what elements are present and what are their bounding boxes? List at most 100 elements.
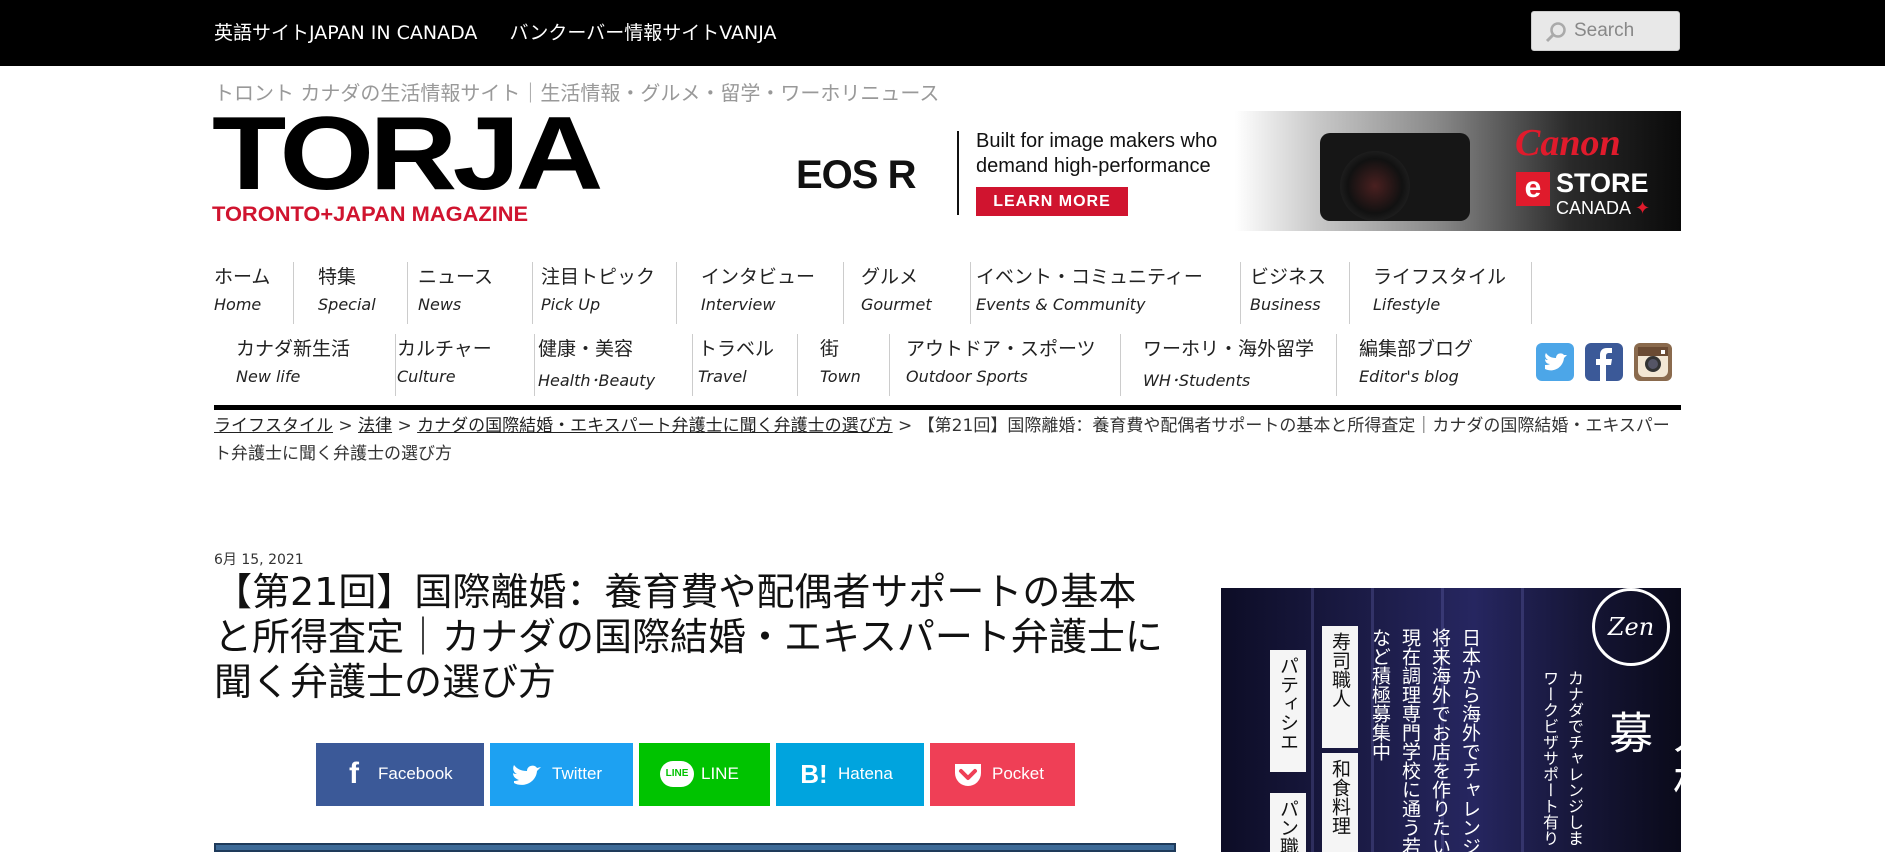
nav-label-ja: グルメ <box>861 266 919 288</box>
nav-label-en: News <box>418 295 462 314</box>
nav-label-en: Gourmet <box>861 295 932 314</box>
breadcrumb-series[interactable]: カナダの国際結婚・エキスパート弁護士に聞く弁護士の選び方 <box>417 416 893 436</box>
nav-item-new-life[interactable]: カナダ新生活 New life <box>236 334 396 396</box>
nav-item-lifestyle[interactable]: ライフスタイル Lifestyle <box>1373 262 1532 324</box>
nav-item-special[interactable]: 特集 Special <box>318 262 408 324</box>
nav-item-business[interactable]: ビジネス Business <box>1250 262 1350 324</box>
sidebar-ad-zen[interactable]: パティシエ 寿司職人 和食料理 パン職 など積極募集中 現在調理専門学校に通う若… <box>1221 588 1681 852</box>
nav-label-en: Editor's blog <box>1359 367 1459 386</box>
nav-label-ja: ワーホリ・海外留学 <box>1143 338 1315 360</box>
share-label: Hatena <box>838 764 893 783</box>
share-facebook-button[interactable]: f Facebook <box>316 743 484 806</box>
nav-label-en: Town <box>820 367 861 386</box>
article-hero-image <box>214 843 1176 852</box>
ad-check-2: 将来海外でお店を作りたい <box>1429 628 1451 852</box>
nav-label-en: Lifestyle <box>1373 295 1441 314</box>
nav-item-news[interactable]: ニュース News <box>418 262 533 324</box>
share-label: Facebook <box>378 764 453 783</box>
nav-divider <box>214 405 1681 410</box>
canon-banner-ad[interactable]: EOS R Built for image makers who demand … <box>780 111 1681 231</box>
search-input[interactable]: Search <box>1574 20 1634 42</box>
breadcrumb-separator: > <box>333 416 359 436</box>
nav-label-ja: カルチャー <box>397 338 492 360</box>
nav-item-health-beauty[interactable]: 健康・美容 Health･Beauty <box>538 334 693 396</box>
article-title: 【第21回】国際離婚：養育費や配偶者サポートの基本と所得査定｜カナダの国際結婚・… <box>214 570 1163 704</box>
nav-item-pickup[interactable]: 注目トピック Pick Up <box>541 262 677 324</box>
post-date: 6月 15, 2021 <box>214 552 304 568</box>
share-twitter-button[interactable]: Twitter <box>490 743 633 806</box>
nav-label-en: Special <box>318 295 376 314</box>
ad-card-sushi-chef: 寿司職人 <box>1322 626 1358 748</box>
pocket-icon <box>955 764 981 786</box>
ad-check-1: 日本から海外でチャレンジ <box>1459 628 1481 852</box>
nav-label-en: WH･Students <box>1143 371 1251 390</box>
ad-check-3: 現在調理専門学校に通う若 <box>1399 628 1421 852</box>
nav-label-ja: 健康・美容 <box>538 338 634 360</box>
nav-label-ja: 街 <box>820 338 840 360</box>
link-vanja[interactable]: バンクーバー情報サイトVANJA <box>509 22 776 44</box>
camera-lens-image <box>1340 151 1410 221</box>
breadcrumb-law[interactable]: 法律 <box>358 416 392 436</box>
nav-item-editors-blog[interactable]: 編集部ブログ Editor's blog <box>1359 334 1519 396</box>
search-box[interactable]: Search <box>1531 11 1680 51</box>
breadcrumb-lifestyle[interactable]: ライフスタイル <box>214 416 333 436</box>
share-pocket-button[interactable]: Pocket <box>930 743 1075 806</box>
breadcrumb-separator: > <box>392 416 418 436</box>
nav-item-culture[interactable]: カルチャー Culture <box>397 334 535 396</box>
canon-logo: Canon <box>1515 122 1621 164</box>
nav-item-gourmet[interactable]: グルメ Gourmet <box>861 262 971 324</box>
nav-item-interview[interactable]: インタビュー Interview <box>701 262 844 324</box>
top-links: 英語サイトJAPAN IN CANADA バンクーバー情報サイトVANJA <box>214 18 802 45</box>
nav-item-travel[interactable]: トラベル Travel <box>698 334 798 396</box>
ad-card-japanese-cuisine: 和食料理 <box>1322 753 1358 852</box>
nav-label-ja: アウトドア・スポーツ <box>906 338 1096 360</box>
nav-label-ja: 注目トピック <box>541 266 656 288</box>
banner-tagline: Built for image makers who demand high-p… <box>976 130 1218 177</box>
logo-wordmark: TORJA <box>212 96 603 212</box>
nav-label-ja: インタビュー <box>701 266 816 288</box>
zen-logo: Zen <box>1592 588 1670 666</box>
nav-label-ja: トラベル <box>698 338 775 360</box>
nav-label-en: New life <box>236 367 301 386</box>
share-label: Pocket <box>992 764 1044 783</box>
facebook-icon[interactable] <box>1585 343 1623 381</box>
estore-country: CANADA ✦ <box>1556 198 1651 218</box>
logo-subtitle: TORONTO+JAPAN MAGAZINE <box>212 203 529 226</box>
banner-divider <box>957 131 959 215</box>
nav-item-outdoor-sports[interactable]: アウトドア・スポーツ Outdoor Sports <box>906 334 1121 396</box>
nav-label-en: Business <box>1250 295 1321 314</box>
nav-label-ja: 編集部ブログ <box>1359 338 1474 360</box>
ad-challenge: カナダでチャレンジしま <box>1565 670 1584 846</box>
nav-label-ja: ニュース <box>418 266 494 288</box>
ad-stripe <box>1521 588 1524 852</box>
breadcrumb: ライフスタイル > 法律 > カナダの国際結婚・エキスパート弁護士に聞く弁護士の… <box>214 412 1681 468</box>
nav-label-en: Pick Up <box>541 295 601 314</box>
search-icon <box>1545 22 1566 43</box>
nav-item-wh-students[interactable]: ワーホリ・海外留学 WH･Students <box>1143 334 1337 396</box>
link-japan-in-canada[interactable]: 英語サイトJAPAN IN CANADA <box>214 22 477 44</box>
nav-item-events[interactable]: イベント・コミュニティー Events & Community <box>976 262 1241 324</box>
nav-label-ja: 特集 <box>318 266 357 288</box>
nav-label-en: Events & Community <box>976 295 1146 314</box>
nav-label-en: Travel <box>698 367 747 386</box>
instagram-icon[interactable] <box>1634 343 1672 381</box>
banner-product: EOS R <box>796 153 916 197</box>
top-bar: 英語サイトJAPAN IN CANADA バンクーバー情報サイトVANJA Se… <box>0 0 1885 66</box>
ad-visa-support: ワークビザサポート有り <box>1540 670 1559 846</box>
site-logo[interactable]: TORJA TORONTO+JAPAN MAGAZINE <box>212 102 603 227</box>
share-hatena-button[interactable]: B! Hatena <box>776 743 924 806</box>
twitter-icon <box>513 765 541 785</box>
estore-e-icon: e <box>1516 172 1550 206</box>
twitter-icon[interactable] <box>1536 343 1574 381</box>
nav-label-ja: カナダ新生活 <box>236 338 351 360</box>
nav-label-ja: ライフスタイル <box>1373 266 1507 288</box>
share-line-button[interactable]: LINE LINE <box>639 743 770 806</box>
ad-stripe <box>1311 588 1314 852</box>
share-label: Twitter <box>552 764 603 783</box>
nav-label-en: Home <box>214 295 262 314</box>
learn-more-button[interactable]: LEARN MORE <box>976 187 1128 216</box>
nav-item-town[interactable]: 街 Town <box>820 334 890 396</box>
nav-item-home[interactable]: ホーム Home <box>214 262 294 324</box>
nav-label-ja: ビジネス <box>1250 266 1327 288</box>
ad-headline: 人材募 <box>1601 710 1681 806</box>
